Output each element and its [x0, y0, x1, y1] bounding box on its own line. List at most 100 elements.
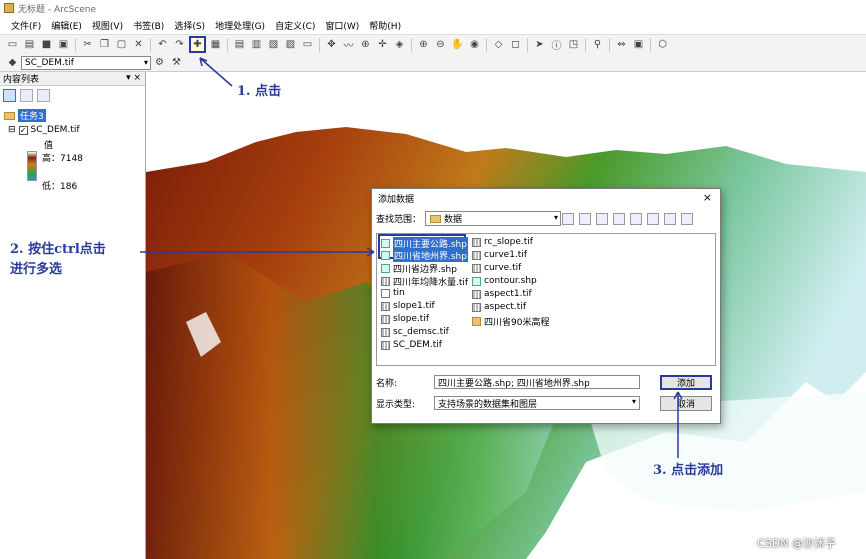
new-folder-icon[interactable] [630, 213, 642, 225]
database-icon[interactable] [681, 213, 693, 225]
set-observer-icon[interactable]: ◈ [392, 37, 407, 52]
new-item-icon[interactable] [664, 213, 676, 225]
shapefile-icon [381, 264, 390, 273]
file-item[interactable]: 四川省地州界.shp [381, 249, 468, 262]
name-field[interactable]: 四川主要公路.shp; 四川省地州界.shp [434, 375, 640, 389]
file-item[interactable]: contour.shp [472, 276, 537, 286]
file-item[interactable]: curve1.tif [472, 250, 527, 260]
delete-icon[interactable]: ✕ [131, 37, 146, 52]
save-icon[interactable]: ■ [39, 37, 54, 52]
file-list[interactable]: 四川主要公路.shp 四川省地州界.shp 四川省边界.shp 四川年均降水量.… [376, 233, 716, 366]
menu-file[interactable]: 文件(F) [6, 19, 46, 32]
add-button[interactable]: 添加 [660, 375, 712, 390]
layer-dropdown[interactable]: SC_DEM.tif ▾ [21, 55, 151, 70]
undo-icon[interactable]: ↶ [155, 37, 170, 52]
file-item[interactable]: slope.tif [381, 314, 429, 324]
cut-icon[interactable]: ✂ [80, 37, 95, 52]
print-icon[interactable]: ▣ [56, 37, 71, 52]
menu-help[interactable]: 帮助(H) [364, 19, 406, 32]
identify-icon[interactable]: ⓘ [549, 37, 564, 52]
redo-icon[interactable]: ↷ [172, 37, 187, 52]
python-window-icon[interactable]: ▨ [283, 37, 298, 52]
scene-group-label[interactable]: 任务3 [18, 109, 46, 122]
paste-icon[interactable]: ▢ [114, 37, 129, 52]
menu-edit[interactable]: 编辑(E) [46, 19, 87, 32]
menu-view[interactable]: 视图(V) [87, 19, 128, 32]
close-icon[interactable]: × [703, 191, 712, 204]
high-value: 高：7148 [42, 154, 83, 164]
catalog-icon[interactable] [647, 213, 659, 225]
list-by-source-icon[interactable] [20, 88, 33, 102]
animation-icon[interactable]: ▣ [631, 37, 646, 52]
legend-heading: 值 [44, 138, 53, 151]
file-item[interactable]: 四川年均降水量.tif [381, 275, 468, 288]
menu-selection[interactable]: 选择(S) [169, 19, 210, 32]
modelbuilder-icon[interactable]: ▭ [300, 37, 315, 52]
menu-geoprocessing[interactable]: 地理处理(G) [210, 19, 270, 32]
measure-icon[interactable]: ⇔ [614, 37, 629, 52]
target-center-icon[interactable]: ⊕ [358, 37, 373, 52]
file-item[interactable]: tin [381, 288, 405, 298]
menu-customize[interactable]: 自定义(C) [270, 19, 320, 32]
copy-icon[interactable]: ❐ [97, 37, 112, 52]
collapse-icon[interactable]: ⊟ [8, 125, 16, 135]
layer-diamond-icon: ◆ [8, 57, 17, 68]
file-item[interactable]: aspect1.tif [472, 289, 532, 299]
steepest-path-icon[interactable]: ⚒ [169, 55, 184, 70]
html-popup-icon[interactable]: ◳ [566, 37, 581, 52]
list-by-visibility-icon[interactable] [37, 88, 50, 102]
narrow-fov-icon[interactable]: ◇ [491, 37, 506, 52]
full-extent-icon[interactable]: ◉ [467, 37, 482, 52]
3d-cube-icon[interactable]: ⬡ [655, 37, 670, 52]
file-item[interactable]: 四川省边界.shp [381, 262, 457, 275]
layer-name[interactable]: SC_DEM.tif [31, 125, 80, 135]
file-item[interactable]: 四川省90米高程 [472, 315, 549, 328]
add-basemap-icon[interactable]: ▦ [208, 37, 223, 52]
cancel-button[interactable]: 取消 [660, 396, 712, 411]
file-item[interactable]: aspect.tif [472, 302, 526, 312]
zoom-out-icon[interactable]: ⊖ [433, 37, 448, 52]
navigate-icon[interactable]: ✥ [324, 37, 339, 52]
add-data-button[interactable]: ✚ [189, 36, 206, 53]
view-options-icon[interactable] [613, 213, 625, 225]
shapefile-icon [381, 251, 390, 260]
look-in-dropdown[interactable]: 数据 ▾ [425, 211, 562, 226]
expand-fov-icon[interactable]: ◻ [508, 37, 523, 52]
show-of-type-label: 显示类型: [376, 399, 416, 410]
pan-icon[interactable]: ✋ [450, 37, 465, 52]
up-one-level-icon[interactable] [562, 213, 574, 225]
zoom-to-target-icon[interactable]: ✛ [375, 37, 390, 52]
toc-scene-layers[interactable]: 任务3 [4, 109, 46, 122]
chevron-down-icon: ▾ [554, 213, 559, 222]
toc-window-controls[interactable]: ▾ × [126, 73, 141, 83]
low-value: 低：186 [42, 182, 78, 192]
file-item[interactable]: sc_demsc.tif [381, 327, 449, 337]
toc-window-icon[interactable]: ▤ [232, 37, 247, 52]
connect-folder-icon[interactable] [596, 213, 608, 225]
file-item[interactable]: curve.tif [472, 263, 521, 273]
interactive-tool-icon[interactable]: ⚙ [152, 55, 167, 70]
name-label: 名称: [376, 378, 398, 389]
toc-layer-row[interactable]: ⊟ ✓ SC_DEM.tif [8, 125, 79, 135]
menu-windows[interactable]: 窗口(W) [320, 19, 364, 32]
file-item[interactable]: rc_slope.tif [472, 237, 533, 247]
file-item[interactable]: SC_DEM.tif [381, 340, 442, 350]
standard-toolbar: ▭ ▤ ■ ▣ ✂ ❐ ▢ ✕ ↶ ↷ ✚ ▦ ▤ ▥ ▧ ▨ ▭ ✥ 〰 ⊕ … [0, 34, 866, 54]
show-of-type-value: 支持场景的数据集和图层 [438, 399, 538, 410]
fly-icon[interactable]: 〰 [341, 37, 356, 52]
toc-title: 内容列表 [3, 75, 40, 85]
find-icon[interactable]: ⚲ [590, 37, 605, 52]
menu-bookmarks[interactable]: 书签(B) [128, 19, 169, 32]
new-document-icon[interactable]: ▭ [5, 37, 20, 52]
toolbar-separator [609, 37, 610, 52]
open-folder-icon[interactable]: ▤ [22, 37, 37, 52]
layer-visibility-checkbox[interactable]: ✓ [18, 125, 28, 135]
select-elements-icon[interactable]: ➤ [532, 37, 547, 52]
show-of-type-dropdown[interactable]: 支持场景的数据集和图层 ▾ [434, 396, 640, 410]
arctoolbox-icon[interactable]: ▧ [266, 37, 281, 52]
zoom-in-icon[interactable]: ⊕ [416, 37, 431, 52]
file-item[interactable]: slope1.tif [381, 301, 435, 311]
home-icon[interactable] [579, 213, 591, 225]
catalog-window-icon[interactable]: ▥ [249, 37, 264, 52]
list-by-drawing-order-icon[interactable] [3, 88, 16, 102]
